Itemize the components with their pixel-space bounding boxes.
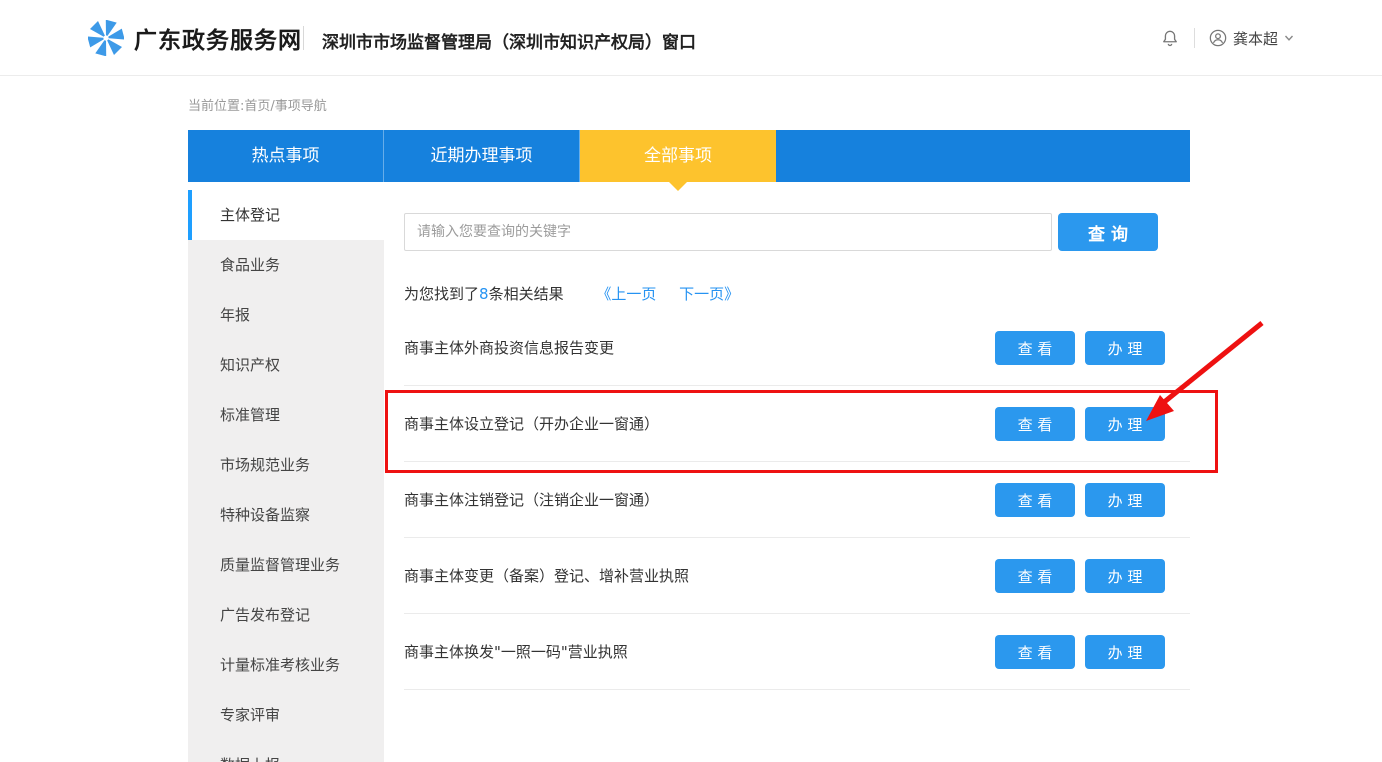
service-list: 商事主体外商投资信息报告变更 查 看 办 理 商事主体设立登记（开办企业一窗通）… [404,310,1190,690]
sidebar-item-market-regulation[interactable]: 市场规范业务 [188,440,384,490]
header-divider [303,26,304,50]
window-title: 深圳市市场监督管理局（深圳市知识产权局）窗口 [322,28,696,53]
results-suffix: 条相关结果 [489,285,564,303]
sidebar-item-annual-report[interactable]: 年报 [188,290,384,340]
view-button[interactable]: 查 看 [995,407,1075,441]
results-summary: 为您找到了8条相关结果 《上一页 下一页》 [404,283,739,304]
handle-button[interactable]: 办 理 [1085,407,1165,441]
list-item-license-renewal: 商事主体换发"一照一码"营业执照 查 看 办 理 [404,614,1190,690]
service-title: 商事主体变更（备案）登记、增补营业执照 [404,538,689,614]
list-item-deregistration: 商事主体注销登记（注销企业一窗通） 查 看 办 理 [404,462,1190,538]
search-input[interactable] [404,213,1052,251]
results-prefix: 为您找到了 [404,285,479,303]
category-sidebar: 主体登记 食品业务 年报 知识产权 标准管理 市场规范业务 特种设备监察 质量监… [188,190,384,762]
sidebar-item-metrology-standard[interactable]: 计量标准考核业务 [188,640,384,690]
handle-button[interactable]: 办 理 [1085,331,1165,365]
list-item-foreign-investment-report: 商事主体外商投资信息报告变更 查 看 办 理 [404,310,1190,386]
user-avatar-icon [1209,29,1227,47]
handle-button[interactable]: 办 理 [1085,483,1165,517]
pinwheel-logo-icon [88,20,124,56]
service-title: 商事主体设立登记（开办企业一窗通） [404,386,659,462]
view-button[interactable]: 查 看 [995,559,1075,593]
sidebar-item-subject-registration[interactable]: 主体登记 [188,190,384,240]
sidebar-item-quality-supervision[interactable]: 质量监督管理业务 [188,540,384,590]
sidebar-item-special-equipment[interactable]: 特种设备监察 [188,490,384,540]
top-header: 广东政务服务网 深圳市市场监督管理局（深圳市知识产权局）窗口 龚本超 [0,0,1382,76]
service-title: 商事主体换发"一照一码"营业执照 [404,614,628,690]
active-tab-pointer [669,182,687,191]
notification-bell-icon[interactable] [1160,27,1180,49]
header-right-divider [1194,28,1195,48]
prev-page-link[interactable]: 《上一页 [596,285,656,303]
handle-button[interactable]: 办 理 [1085,635,1165,669]
sidebar-item-expert-review[interactable]: 专家评审 [188,690,384,740]
tab-all-items[interactable]: 全部事项 [580,130,776,182]
service-title: 商事主体注销登记（注销企业一窗通） [404,462,659,538]
breadcrumb: 当前位置:首页/事项导航 [188,95,327,114]
view-button[interactable]: 查 看 [995,331,1075,365]
page: 广东政务服务网 深圳市市场监督管理局（深圳市知识产权局）窗口 龚本超 [0,0,1382,762]
next-page-link[interactable]: 下一页》 [679,285,739,303]
sidebar-item-food-business[interactable]: 食品业务 [188,240,384,290]
sidebar-item-ad-publishing[interactable]: 广告发布登记 [188,590,384,640]
view-button[interactable]: 查 看 [995,635,1075,669]
search-button[interactable]: 查 询 [1058,213,1158,251]
header-right: 龚本超 [1160,0,1294,76]
category-tabbar: 热点事项 近期办理事项 全部事项 [188,130,1190,182]
sidebar-item-intellectual-property[interactable]: 知识产权 [188,340,384,390]
sidebar-item-partial-bottom[interactable]: 数据上报 [188,740,384,762]
view-button[interactable]: 查 看 [995,483,1075,517]
handle-button[interactable]: 办 理 [1085,559,1165,593]
sidebar-item-standard-management[interactable]: 标准管理 [188,390,384,440]
site-logo[interactable]: 广东政务服务网 [88,20,302,56]
chevron-down-icon [1284,33,1294,43]
results-count: 8 [479,285,489,303]
list-item-establishment-registration: 商事主体设立登记（开办企业一窗通） 查 看 办 理 [404,386,1190,462]
service-title: 商事主体外商投资信息报告变更 [404,310,614,386]
tab-recent-items[interactable]: 近期办理事项 [384,130,580,182]
user-menu[interactable]: 龚本超 [1209,28,1294,49]
list-item-change-registration: 商事主体变更（备案）登记、增补营业执照 查 看 办 理 [404,538,1190,614]
user-name: 龚本超 [1233,28,1278,49]
site-name: 广东政务服务网 [134,21,302,55]
tab-hot-items[interactable]: 热点事项 [188,130,384,182]
